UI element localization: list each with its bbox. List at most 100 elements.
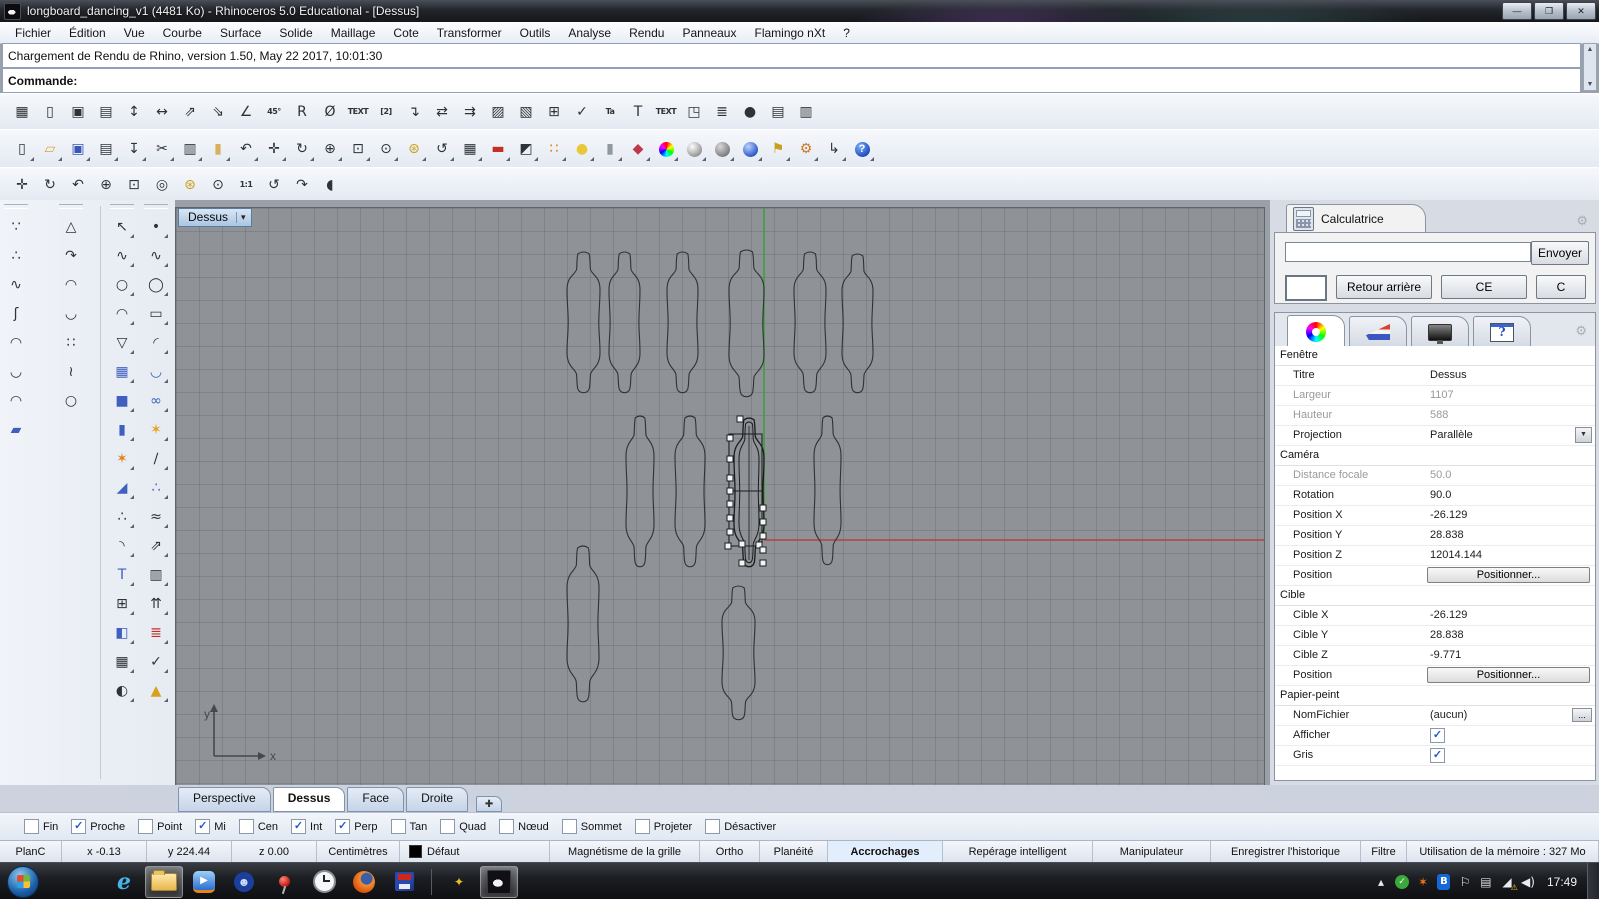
dim-edit-button[interactable]: ⊞ xyxy=(541,99,567,126)
firefox-icon[interactable] xyxy=(345,866,383,898)
status-ortho[interactable]: Ortho xyxy=(700,841,760,862)
walkabout-button[interactable]: ◖ xyxy=(317,171,343,198)
dim-span-button[interactable]: ⇄ xyxy=(429,99,455,126)
tool-app-icon[interactable]: ✦ xyxy=(440,866,478,898)
open-file-button[interactable]: ▱ xyxy=(37,136,63,163)
text-object-button[interactable]: T xyxy=(108,560,136,589)
rotate-orbit-button[interactable]: ↻ xyxy=(37,171,63,198)
prop-text-position-z[interactable]: 12014.144 xyxy=(1430,549,1482,561)
osnap-checkbox-fin[interactable] xyxy=(24,819,39,834)
longboard-outline[interactable] xyxy=(667,252,698,393)
volume-icon[interactable]: ◀) xyxy=(1519,873,1537,891)
status-rep-rage-intelligent[interactable]: Repérage intelligent xyxy=(943,841,1093,862)
osnap-projeter[interactable]: Projeter xyxy=(635,819,693,834)
browse-file-button[interactable]: ... xyxy=(1572,708,1592,722)
status-filtre[interactable]: Filtre xyxy=(1361,841,1407,862)
longboard-outline[interactable] xyxy=(567,546,599,702)
status-centim-tres[interactable]: Centimètres xyxy=(317,841,400,862)
command-history[interactable]: Chargement de Rendu de Rhino, version 1.… xyxy=(2,43,1581,68)
longboard-outline[interactable] xyxy=(626,416,654,567)
calculator-input[interactable] xyxy=(1285,242,1531,262)
menu-maillage[interactable]: Maillage xyxy=(322,24,385,42)
export-selected-button[interactable]: ▤ xyxy=(93,99,119,126)
antivirus-icon[interactable]: ✶ xyxy=(1414,873,1432,891)
zoom-selected-button[interactable]: ⊛ xyxy=(177,171,203,198)
print-button[interactable]: ▤ xyxy=(93,136,119,163)
rhino-app-icon[interactable] xyxy=(480,866,518,898)
toolbar-grip[interactable] xyxy=(4,204,28,209)
status-magn-tisme-de-la-grille[interactable]: Magnétisme de la grille xyxy=(550,841,700,862)
osnap-d-sactiver[interactable]: Désactiver xyxy=(705,819,776,834)
control-point[interactable] xyxy=(727,475,733,481)
dim-vertical-button[interactable]: ↕ xyxy=(121,99,147,126)
cplane-button[interactable]: ◩ xyxy=(513,136,539,163)
network-icon[interactable]: ◢⚠ xyxy=(1498,873,1516,891)
osnap-proche[interactable]: ✓Proche xyxy=(71,819,125,834)
osnap-checkbox-perp[interactable]: ✓ xyxy=(335,819,350,834)
arc-button[interactable]: ◠ xyxy=(2,328,30,357)
osnap-mi[interactable]: ✓Mi xyxy=(195,819,226,834)
notes-button[interactable]: ▣ xyxy=(65,99,91,126)
curve-control-points-button[interactable]: ∿ xyxy=(108,241,136,270)
show-desktop-button[interactable] xyxy=(1587,863,1599,899)
paste-button[interactable]: ▮ xyxy=(205,136,231,163)
help-button[interactable]: ? xyxy=(849,136,875,163)
block-insert-button[interactable]: ⊞ xyxy=(108,589,136,618)
command-scrollbar[interactable]: ▲ ▼ xyxy=(1583,43,1597,91)
user-account-icon[interactable]: ☻ xyxy=(225,866,263,898)
menu-cote[interactable]: Cote xyxy=(384,24,427,42)
toolbar-grip[interactable] xyxy=(144,204,168,209)
maximize-button[interactable]: ❐ xyxy=(1534,2,1564,20)
osnap-perp[interactable]: ✓Perp xyxy=(335,819,377,834)
shell-solid-button[interactable]: ◐ xyxy=(108,676,136,705)
gear-icon[interactable]: ⚙ xyxy=(1576,213,1588,229)
lamp-button[interactable]: ● xyxy=(569,136,595,163)
zoom-selected-button[interactable]: ⊛ xyxy=(401,136,427,163)
lock-objects-button[interactable]: ▮ xyxy=(597,136,623,163)
trim-button[interactable]: ◢ xyxy=(108,473,136,502)
chevron-down-icon[interactable]: ▾ xyxy=(236,212,246,223)
text-find-button[interactable]: T xyxy=(625,99,651,126)
bluetooth-icon[interactable]: B xyxy=(1435,873,1453,891)
control-point[interactable] xyxy=(727,529,733,535)
osnap-checkbox-n-ud[interactable] xyxy=(499,819,514,834)
zoom-1to1-button[interactable]: 1:1 xyxy=(233,171,259,198)
control-point[interactable] xyxy=(739,541,745,547)
point-trio-button[interactable]: ∴ xyxy=(108,502,136,531)
prop-text-cible-z[interactable]: -9.771 xyxy=(1430,649,1461,661)
longboard-outline[interactable] xyxy=(675,416,705,567)
arc-button[interactable]: ◠ xyxy=(108,299,136,328)
command-input[interactable]: Commande: xyxy=(2,68,1581,93)
tab-perspective[interactable]: Perspective xyxy=(178,787,271,812)
dim-radius-button[interactable]: R xyxy=(289,99,315,126)
curve-sketch-button[interactable]: ʃ xyxy=(2,299,30,328)
osnap-sommet[interactable]: Sommet xyxy=(562,819,622,834)
object-snap-points-button[interactable]: ∷ xyxy=(541,136,567,163)
longboard-outline[interactable] xyxy=(609,252,640,393)
dim-chain-button[interactable]: ⇉ xyxy=(457,99,483,126)
tab-material[interactable] xyxy=(1349,316,1407,347)
longboard-outline[interactable] xyxy=(814,416,841,565)
control-point[interactable] xyxy=(727,515,733,521)
points-line-button[interactable]: ∴ xyxy=(2,241,30,270)
menu-fichier[interactable]: Fichier xyxy=(6,24,60,42)
calc-ce-button[interactable]: CE xyxy=(1441,275,1527,299)
tab-properties[interactable] xyxy=(1287,315,1345,348)
osnap-checkbox-quad[interactable] xyxy=(440,819,455,834)
osnap-checkbox-int[interactable]: ✓ xyxy=(291,819,306,834)
shaded-view-button[interactable]: ◆ xyxy=(625,136,651,163)
pin-icon[interactable] xyxy=(265,866,303,898)
prop-checkbox-afficher[interactable]: ✓ xyxy=(1430,728,1445,743)
patch-surface-button[interactable]: ▰ xyxy=(2,415,30,444)
control-point[interactable] xyxy=(725,543,731,549)
longboard-outline[interactable] xyxy=(794,252,826,393)
menu-vue[interactable]: Vue xyxy=(115,24,154,42)
osnap-cen[interactable]: Cen xyxy=(239,819,278,834)
viewport-dessus[interactable]: yx Dessus ▾ xyxy=(175,207,1265,787)
circle-deform-button[interactable]: ○ xyxy=(57,386,85,415)
menu-panneaux[interactable]: Panneaux xyxy=(673,24,745,42)
select-pointer-button[interactable]: ↖ xyxy=(108,212,136,241)
dim-45-button[interactable]: 45° xyxy=(261,99,287,126)
surface-bend-button[interactable]: ◡ xyxy=(142,357,170,386)
status-d-faut[interactable]: Défaut xyxy=(400,841,550,862)
